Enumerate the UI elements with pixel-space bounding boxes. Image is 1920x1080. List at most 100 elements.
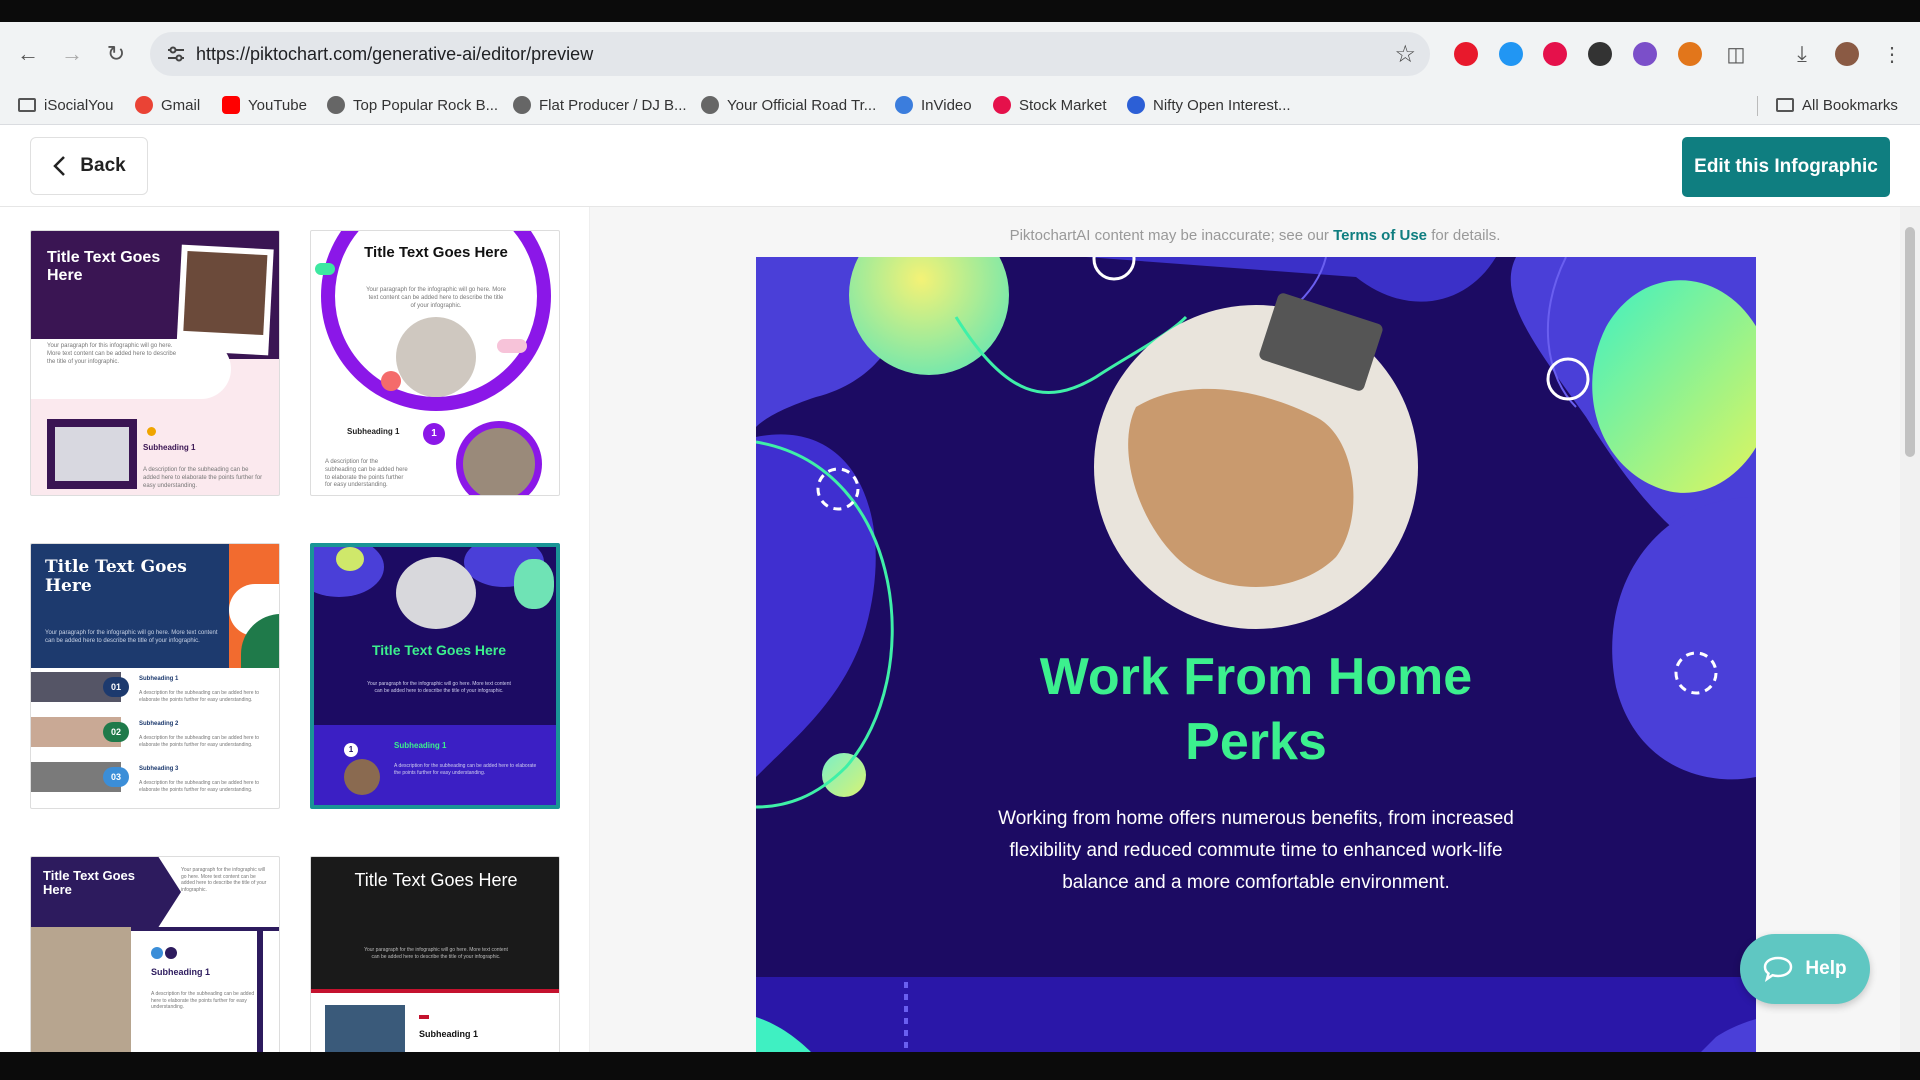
profile-avatar[interactable] [1835,42,1859,66]
extension-ai-icon[interactable] [1633,42,1657,66]
bookmark-label: Nifty Open Interest... [1153,96,1291,114]
bookmark-label: Top Popular Rock B... [353,96,499,114]
ring [1092,257,1136,281]
bottom-section [756,977,1756,1052]
row-number-badge: 03 [103,767,129,787]
thumb-paragraph: Your paragraph for this infographic will… [47,343,177,365]
site-settings-icon[interactable] [164,42,188,66]
thumb-subheading: Subheading 1 [419,1029,479,1039]
help-button[interactable]: Help [1740,934,1870,1004]
thumb-subheading: Subheading 3 [139,766,179,772]
bookmark-label: Flat Producer / DJ B... [539,96,687,114]
thumb-blob [381,371,401,391]
forward-arrow-icon[interactable]: → [54,36,90,72]
infographic-body-text: Working from home offers numerous benefi… [998,808,1514,893]
bookmarks-divider [1757,96,1758,116]
thumb-title: Title Text Goes Here [371,642,507,658]
browser-menu-icon[interactable]: ⋮ [1874,36,1910,72]
extensions-puzzle-icon[interactable]: ◫ [1718,36,1754,72]
thumb-photo [456,421,542,495]
bookmark-rock[interactable]: Top Popular Rock B... [327,94,498,116]
thumb-title: Title Text Goes Here [364,244,508,261]
youtube-icon [222,96,240,114]
window-top-bar [0,0,1920,22]
extension-g-icon[interactable] [1588,42,1612,66]
thumb-subheading: Subheading 1 [394,741,447,750]
thumb-dash [419,1015,429,1019]
editor-header: Back Edit this Infographic [0,125,1920,207]
bookmark-star-icon[interactable]: ☆ [1394,40,1416,69]
browser-toolbar: ← → ↻ https://piktochart.com/generative-… [0,22,1920,86]
thumb-subheading: Subheading 2 [139,721,179,727]
bookmark-label: All Bookmarks [1802,96,1898,114]
globe-icon [327,96,345,114]
thumb-title: Title Text Goes Here [43,868,135,898]
bookmarks-bar: iSocialYou Gmail YouTube Top Popular Roc… [0,86,1920,125]
thumb-title: Title Text Goes Here [47,249,161,284]
thumb-photo [325,1005,405,1052]
template-thumbnail-4-selected[interactable]: Title Text Goes Here Your paragraph for … [310,543,560,809]
thumb-desc: A description for the subheading can be … [151,991,255,1010]
thumb-subheading: Subheading 1 [143,443,196,452]
terms-of-use-link[interactable]: Terms of Use [1333,227,1427,244]
thumb-photo [47,419,137,489]
bookmark-label: InVideo [921,96,972,114]
invideo-icon [895,96,913,114]
bookmark-stock-market[interactable]: Stock Market [993,94,1107,116]
bookmark-youtube[interactable]: YouTube [222,94,307,116]
thumb-desc: A description for the subheading can be … [143,467,263,489]
thumb-photo [396,557,476,629]
bookmark-isocialyou[interactable]: iSocialYou [18,94,114,116]
thumb-desc: A description for the subheading can be … [139,780,260,793]
chevron-left-icon [53,156,66,176]
thumb-rule [257,927,263,1052]
thumb-subheading: Subheading 1 [139,676,179,682]
bookmark-invideo[interactable]: InVideo [895,94,972,116]
thumb-subheading: Subheading 1 [347,427,400,436]
scrollbar-thumb[interactable] [1905,227,1915,457]
nifty-icon [1127,96,1145,114]
bookmark-flat-producer[interactable]: Flat Producer / DJ B... [513,94,687,116]
thumb-paragraph: Your paragraph for the infographic will … [181,867,267,893]
bookmark-gmail[interactable]: Gmail [135,94,200,116]
thumb-blob [315,263,335,275]
window-bottom-bar [0,1052,1920,1080]
edit-infographic-button[interactable]: Edit this Infographic [1682,137,1890,197]
row-number-badge: 02 [103,722,129,742]
thumb-desc: A description for the subheading can be … [325,459,408,489]
bookmark-label: Your Official Road Tr... [727,96,877,114]
folder-icon [1776,98,1794,112]
all-bookmarks[interactable]: All Bookmarks [1776,94,1898,116]
infographic-canvas: Work From Home Perks Working from home o… [756,257,1756,1052]
template-thumbnail-1[interactable]: Title Text Goes Here Your paragraph for … [30,230,280,496]
template-thumbnail-6[interactable]: Title Text Goes Here Your paragraph for … [310,856,560,1052]
template-thumbnail-2[interactable]: Title Text Goes Here Your paragraph for … [310,230,560,496]
bookmark-road-trip[interactable]: Your Official Road Tr... [701,94,876,116]
bullet-dot [165,947,177,959]
top-mid-blob [1086,257,1496,302]
bookmark-label: YouTube [248,96,307,114]
extension-adblock-icon[interactable] [1454,42,1478,66]
template-thumbnail-5[interactable]: Title Text Goes Here Your paragraph for … [30,856,280,1052]
browser-chrome: ← → ↻ https://piktochart.com/generative-… [0,0,1920,125]
extension-record-icon[interactable] [1543,42,1567,66]
template-thumbnail-3[interactable]: Title Text Goes Here Your paragraph for … [30,543,280,809]
thumb-photo [344,759,380,795]
back-button[interactable]: Back [30,137,148,195]
template-list: Title Text Goes Here Your paragraph for … [0,207,590,1052]
reload-icon[interactable]: ↻ [98,36,134,72]
preview-scrollbar[interactable] [1900,207,1920,1052]
thumb-title: Title Text Goes Here [354,870,518,890]
url-text[interactable]: https://piktochart.com/generative-ai/edi… [196,44,593,65]
step-number-badge: 1 [423,423,445,445]
back-arrow-icon[interactable]: ← [10,36,46,72]
address-bar[interactable]: https://piktochart.com/generative-ai/edi… [150,32,1430,76]
thumb-desc: A description for the subheading can be … [139,735,260,748]
extension-diamond-icon[interactable] [1499,42,1523,66]
download-icon[interactable]: ⤓ [1784,36,1820,72]
thumb-paragraph: Your paragraph for the infographic will … [366,287,506,309]
extension-metamask-icon[interactable] [1678,42,1702,66]
bookmark-nifty[interactable]: Nifty Open Interest... [1127,94,1291,116]
gmail-icon [135,96,153,114]
disclaimer-text: for details. [1427,227,1501,244]
